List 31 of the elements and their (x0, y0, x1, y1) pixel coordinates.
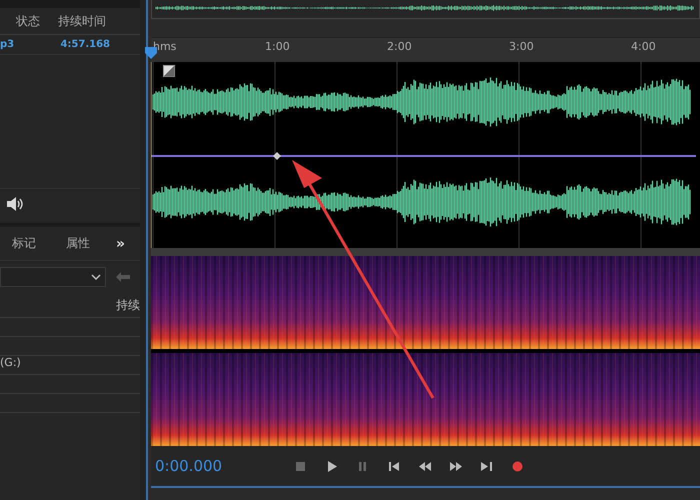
ruler-label: 2:00 (387, 40, 412, 53)
record-button[interactable] (512, 460, 523, 472)
half-square-icon[interactable] (163, 65, 175, 77)
panel-tab[interactable]: 标记 (12, 235, 36, 252)
file-name: p3 (0, 39, 14, 50)
column-header[interactable]: 持续时间 (58, 13, 106, 30)
column-header[interactable]: 状态 (16, 13, 40, 30)
more-tabs-button[interactable]: » (116, 236, 126, 252)
skip-to-end-icon[interactable] (481, 460, 493, 472)
skip-to-start-icon[interactable] (388, 460, 400, 472)
file-duration: 4:57.168 (60, 39, 110, 50)
waveform[interactable] (151, 62, 700, 248)
ruler-label: 3:00 (509, 40, 534, 53)
keyframe-icon[interactable] (273, 152, 281, 160)
rewind-icon[interactable] (419, 460, 431, 472)
pause-icon[interactable] (357, 460, 369, 472)
ruler-label: 4:00 (631, 40, 656, 53)
play-icon[interactable] (326, 460, 338, 472)
spectrogram[interactable] (151, 256, 700, 446)
panel-tab[interactable]: 属性 (66, 235, 90, 252)
panel-resize-handle[interactable] (151, 248, 700, 256)
speaker-icon[interactable] (6, 197, 24, 211)
fast-forward-icon[interactable] (450, 460, 462, 472)
chevron-down-icon (91, 274, 101, 280)
list-item[interactable]: (G:) (0, 356, 21, 369)
current-time: 0:00.000 (154, 457, 224, 475)
stop-icon[interactable] (295, 460, 307, 472)
file-row[interactable]: p3 4:57.168 (0, 35, 140, 55)
ruler-label: 1:00 (265, 40, 290, 53)
column-header[interactable]: 持续 (116, 298, 140, 312)
overview-waveform[interactable] (151, 0, 700, 19)
